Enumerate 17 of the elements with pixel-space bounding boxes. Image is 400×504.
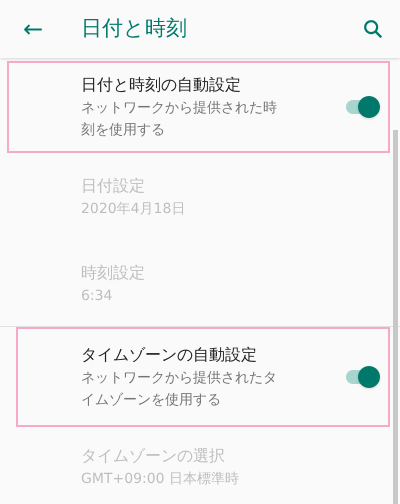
- setting-title: タイムゾーンの自動設定: [81, 344, 258, 366]
- screen-title: 日付と時刻: [81, 15, 187, 42]
- settings-row[interactable]: 日付と時刻の自動設定 ネットワークから提供された時刻を使用する: [7, 61, 390, 153]
- back-button[interactable]: ←: [18, 17, 48, 41]
- setting-title: タイムゾーンの選択: [81, 444, 226, 466]
- search-icon[interactable]: [362, 18, 384, 40]
- setting-summary: 6:34: [81, 286, 114, 306]
- setting-summary: GMT+09:00 日本標準時: [81, 470, 240, 488]
- settings-row[interactable]: タイムゾーンの自動設定 ネットワークから提供されたタイムゾーンを使用する: [16, 327, 390, 427]
- setting-title: 時刻設定: [81, 262, 146, 284]
- setting-summary: 2020年4月18日: [81, 200, 186, 219]
- setting-summary: ネットワークから提供されたタイムゾーンを使用する: [81, 369, 278, 410]
- toggle-switch[interactable]: [344, 365, 380, 389]
- setting-title: 日付設定: [81, 175, 146, 197]
- setting-title: 日付と時刻の自動設定: [81, 74, 242, 96]
- setting-summary: ネットワークから提供された時刻を使用する: [81, 99, 278, 140]
- toggle-switch[interactable]: [344, 95, 380, 119]
